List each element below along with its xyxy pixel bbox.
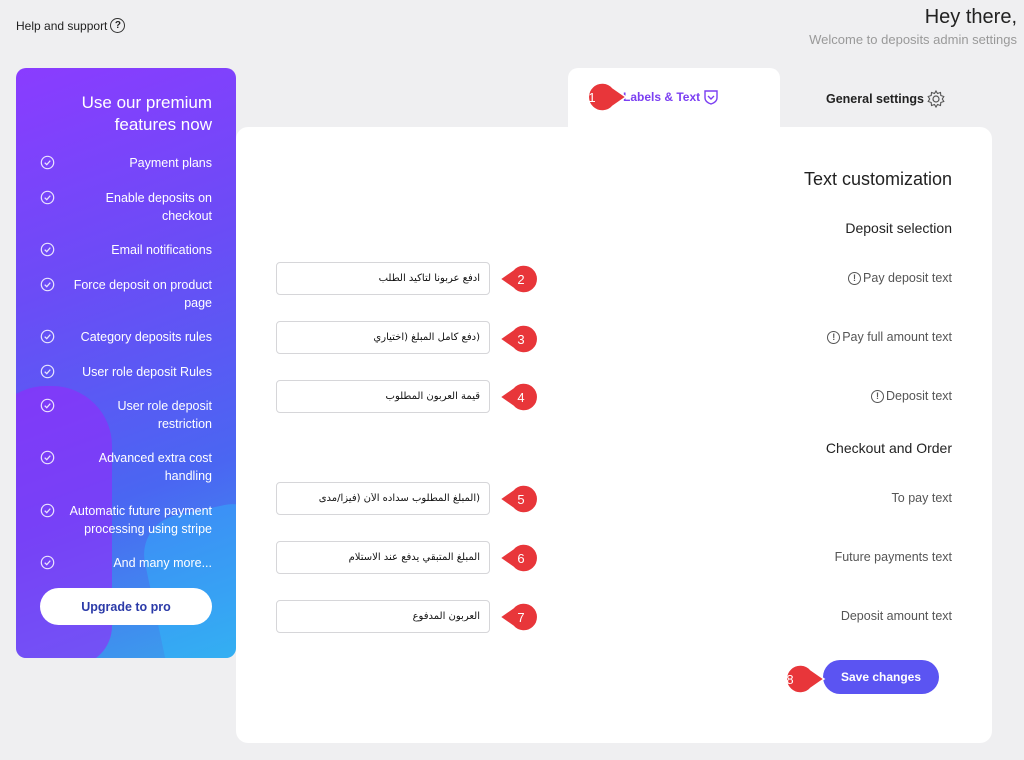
info-icon: !	[848, 271, 862, 285]
feature-label: User role deposit restriction	[117, 399, 213, 431]
feature-item: And many more...	[40, 554, 212, 572]
feature-label: Email notifications	[111, 243, 212, 257]
chevron-down-shield-icon	[704, 90, 718, 105]
feature-item: Automatic future payment processing usin…	[40, 502, 212, 538]
info-icon: !	[870, 389, 884, 403]
feature-item: Force deposit on product page	[40, 276, 212, 312]
future-payments-label: Future payments text	[834, 550, 952, 564]
check-circle-icon	[40, 242, 55, 257]
feature-label: User role deposit Rules	[82, 365, 212, 379]
marker-shape: 2	[498, 264, 539, 294]
promo-title: Use our premium features now	[81, 93, 212, 134]
pay-deposit-label: ! Pay deposit text	[848, 271, 952, 285]
callout-marker-8: 8	[774, 662, 826, 696]
feature-item: Payment plans	[40, 154, 212, 172]
callout-marker-5: 5	[498, 482, 550, 516]
feature-label: Automatic future payment processing usin…	[69, 504, 212, 536]
greeting-subtitle: Welcome to deposits admin settings	[809, 32, 1017, 47]
feature-item: Enable deposits on checkout	[40, 189, 212, 225]
feature-item: Email notifications	[40, 241, 212, 259]
callout-marker-3: 3	[498, 322, 550, 356]
premium-promo-panel: Use our premium features now Payment pla…	[16, 68, 236, 658]
deposit-text-input[interactable]	[276, 380, 490, 413]
feature-label: Force deposit on product page	[73, 278, 212, 310]
check-circle-icon	[40, 450, 55, 465]
check-circle-icon	[40, 364, 55, 379]
feature-label: And many more...	[113, 556, 212, 570]
pay-full-amount-label: ! Pay full amount text	[827, 330, 952, 344]
marker-number: 5	[517, 492, 524, 507]
feature-label: Enable deposits on checkout	[105, 191, 212, 223]
deposit-amount-input[interactable]	[276, 600, 490, 633]
feature-item: Category deposits rules	[40, 328, 212, 346]
question-circle-icon: ?	[110, 18, 126, 33]
greeting-title: Hey there,	[924, 6, 1017, 28]
check-circle-icon	[40, 155, 55, 170]
check-circle-icon	[40, 190, 55, 205]
feature-item: User role deposit Rules	[40, 363, 212, 381]
tab-labels-label: Labels & Text	[623, 90, 701, 104]
marker-shape: 3	[498, 324, 539, 354]
section-checkout-order: Checkout and Order	[825, 440, 952, 456]
check-circle-icon	[40, 398, 55, 413]
feature-label: Advanced extra cost handling	[98, 451, 212, 483]
settings-card: Text customization Deposit selection Che…	[236, 127, 992, 743]
page-title: Text customization	[803, 169, 952, 189]
marker-number: 7	[517, 610, 524, 625]
tab-general-label: General settings	[826, 92, 924, 106]
to-pay-input[interactable]	[276, 482, 490, 515]
check-circle-icon	[40, 329, 55, 344]
gear-icon	[927, 89, 945, 109]
marker-number: 1	[588, 90, 595, 105]
check-circle-icon	[40, 503, 55, 518]
future-payments-input[interactable]	[276, 541, 490, 574]
save-changes-button[interactable]: Save changes	[823, 660, 939, 694]
deposit-amount-label: Deposit amount text	[840, 609, 952, 623]
marker-shape: 5	[498, 484, 539, 514]
tab-general-settings[interactable]: General settings	[826, 89, 946, 109]
feature-label: Category deposits rules	[80, 330, 212, 344]
marker-number: 4	[517, 390, 524, 405]
callout-marker-4: 4	[498, 380, 550, 414]
marker-shape: 8	[785, 664, 826, 694]
deposit-text-label: ! Deposit text	[870, 389, 952, 403]
callout-marker-1: 1	[576, 80, 628, 114]
feature-item: User role deposit restriction	[40, 397, 212, 433]
callout-marker-7: 7	[498, 600, 550, 634]
marker-number: 6	[517, 551, 524, 566]
marker-number: 8	[786, 672, 793, 687]
to-pay-label: To pay text	[891, 491, 952, 505]
feature-item: Advanced extra cost handling	[40, 449, 212, 485]
callout-marker-6: 6	[498, 541, 550, 575]
info-icon: !	[827, 330, 841, 344]
help-support-link[interactable]: Help and support ?	[16, 18, 126, 33]
help-label: Help and support	[16, 18, 108, 33]
marker-shape: 7	[498, 602, 539, 632]
marker-shape: 6	[498, 543, 539, 573]
marker-number: 2	[517, 272, 524, 287]
pay-deposit-input[interactable]	[276, 262, 490, 295]
callout-marker-2: 2	[498, 262, 550, 296]
marker-shape: 4	[498, 382, 539, 412]
check-circle-icon	[40, 277, 55, 292]
feature-label: Payment plans	[129, 156, 212, 170]
upgrade-button[interactable]: Upgrade to pro	[40, 588, 212, 625]
marker-shape: 1	[587, 82, 628, 112]
section-deposit-selection: Deposit selection	[845, 220, 952, 236]
pay-full-amount-input[interactable]	[276, 321, 490, 354]
marker-number: 3	[517, 332, 524, 347]
check-circle-icon	[40, 555, 55, 570]
